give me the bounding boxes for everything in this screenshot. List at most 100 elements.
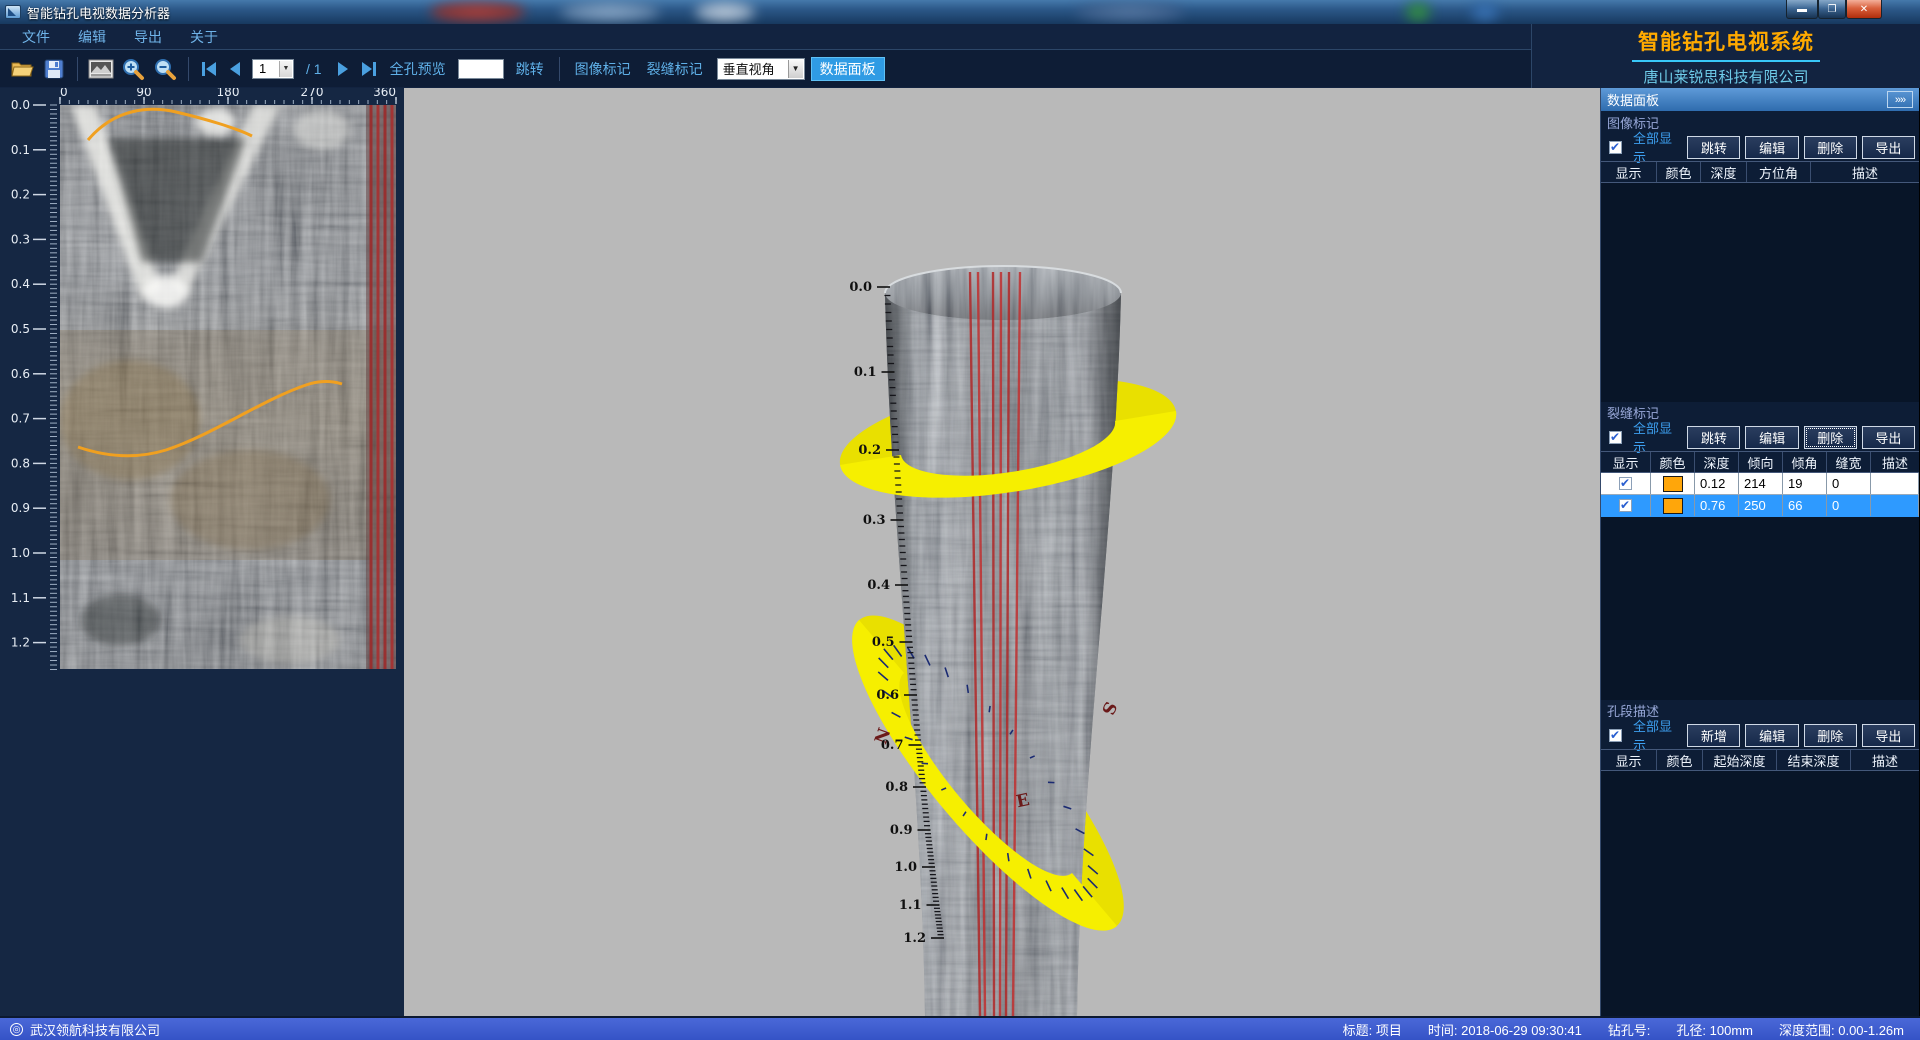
row-color-swatch[interactable] — [1663, 498, 1683, 514]
image-marks-jump-button[interactable]: 跳转 — [1687, 136, 1740, 159]
row-cell: 0 — [1827, 473, 1871, 494]
zoom-out-icon[interactable] — [152, 57, 178, 81]
page-dropdown-arrow[interactable]: ▼ — [279, 61, 292, 77]
svg-text:0.1: 0.1 — [11, 143, 30, 157]
svg-text:0.8: 0.8 — [885, 780, 908, 795]
hole-sections-add-button[interactable]: 新增 — [1687, 724, 1740, 747]
column-header[interactable]: 颜色 — [1651, 452, 1695, 472]
column-header[interactable]: 描述 — [1811, 162, 1919, 182]
svg-text:0.2: 0.2 — [11, 188, 30, 202]
column-header[interactable]: 显示 — [1601, 162, 1657, 182]
svg-text:0.4: 0.4 — [867, 578, 890, 593]
hole-sections-edit-button[interactable]: 编辑 — [1745, 724, 1798, 747]
last-page-button[interactable] — [358, 58, 380, 80]
image-preview-icon[interactable] — [88, 57, 114, 81]
data-panel-title: 数据面板 — [1607, 90, 1659, 109]
column-header[interactable]: 显示 — [1601, 750, 1657, 770]
view-mode-select[interactable]: 垂直视角 ▼ — [717, 58, 805, 80]
minimize-button[interactable]: ▬ — [1786, 0, 1818, 19]
statusbar-company: 武汉领航科技有限公司 — [30, 1020, 160, 1039]
copyright-icon: ◎ — [10, 1023, 23, 1036]
image-marks-show-all-checkbox[interactable] — [1609, 141, 1622, 154]
hole-sections-delete-button[interactable]: 删除 — [1804, 724, 1857, 747]
open-file-icon[interactable] — [9, 57, 35, 81]
decorative-blob — [695, 2, 755, 22]
jump-button[interactable]: 跳转 — [516, 59, 544, 79]
menu-item-1[interactable]: 编辑 — [66, 25, 118, 49]
first-page-button[interactable] — [198, 58, 220, 80]
page-number-input[interactable]: 1 ▼ — [252, 59, 294, 79]
column-header[interactable]: 倾角 — [1783, 452, 1827, 472]
svg-text:1.0: 1.0 — [894, 860, 917, 875]
column-header[interactable]: 起始深度 — [1703, 750, 1777, 770]
data-panel-toggle-button[interactable]: 数据面板 — [811, 57, 885, 81]
row-cell — [1871, 473, 1919, 494]
image-marks-table-body — [1601, 183, 1919, 402]
row-color-swatch[interactable] — [1663, 476, 1683, 492]
svg-text:0.6: 0.6 — [11, 367, 30, 381]
decorative-blob — [1470, 2, 1500, 22]
statusbar-time: 时间: 2018-06-29 09:30:41 — [1428, 1020, 1582, 1039]
fracture-marks-jump-button[interactable]: 跳转 — [1687, 426, 1740, 449]
menu-item-2[interactable]: 导出 — [122, 25, 174, 49]
svg-text:0.3: 0.3 — [11, 232, 30, 246]
image-marks-delete-button[interactable]: 删除 — [1804, 136, 1857, 159]
image-marks-export-button[interactable]: 导出 — [1862, 136, 1915, 159]
row-cell: 0.12 — [1695, 473, 1739, 494]
column-header[interactable]: 颜色 — [1657, 750, 1703, 770]
image-mark-button[interactable]: 图像标记 — [575, 59, 631, 79]
viewer-3d[interactable]: NES 0.00.10.20.30.40.50.60.70.80.91.01.1… — [404, 88, 1600, 1016]
svg-text:1.1: 1.1 — [899, 898, 922, 913]
column-header[interactable]: 颜色 — [1657, 162, 1701, 182]
column-header[interactable]: 描述 — [1871, 452, 1919, 472]
menu-item-3[interactable]: 关于 — [178, 25, 230, 49]
svg-text:0.3: 0.3 — [863, 513, 886, 528]
fracture-marks-export-button[interactable]: 导出 — [1862, 426, 1915, 449]
collapse-panel-button[interactable]: »» — [1887, 91, 1913, 108]
next-page-button[interactable] — [332, 58, 354, 80]
svg-text:360: 360 — [373, 88, 396, 99]
view-mode-dropdown-arrow[interactable]: ▼ — [788, 60, 803, 78]
svg-text:0.2: 0.2 — [858, 443, 881, 458]
fracture-mark-button[interactable]: 裂缝标记 — [647, 59, 703, 79]
hole-sections-export-button[interactable]: 导出 — [1862, 724, 1915, 747]
fracture-marks-show-all-checkbox[interactable] — [1609, 431, 1622, 444]
column-header[interactable]: 深度 — [1701, 162, 1747, 182]
column-header[interactable]: 缝宽 — [1827, 452, 1871, 472]
svg-text:0.0: 0.0 — [11, 98, 30, 112]
column-header[interactable]: 结束深度 — [1777, 750, 1851, 770]
vendor-company: 唐山莱锐思科技有限公司 — [1643, 66, 1808, 87]
borehole-image-viewer[interactable]: 0901802703600.00.10.20.30.40.50.60.70.80… — [0, 88, 404, 1016]
row-cell: 66 — [1783, 495, 1827, 516]
full-hole-preview-button[interactable]: 全孔预览 — [390, 59, 446, 79]
zoom-in-icon[interactable] — [120, 57, 146, 81]
column-header[interactable]: 方位角 — [1747, 162, 1811, 182]
fracture-marks-section: 裂缝标记 全部显示 跳转 编辑 删除 导出 显示颜色深度倾向倾角缝宽描述 0.1… — [1601, 402, 1919, 700]
jump-depth-input[interactable] — [458, 59, 504, 79]
row-visible-checkbox[interactable] — [1619, 499, 1632, 512]
statusbar-diameter: 孔径: 100mm — [1676, 1020, 1753, 1039]
menubar: 文件编辑导出关于 — [0, 24, 1531, 50]
window-title: 智能钻孔电视数据分析器 — [27, 3, 170, 22]
row-visible-checkbox[interactable] — [1619, 477, 1632, 490]
fracture-mark-row[interactable]: 0.76250660 — [1601, 495, 1919, 517]
hole-sections-show-all-checkbox[interactable] — [1609, 729, 1622, 742]
prev-page-button[interactable] — [224, 58, 246, 80]
decorative-blob — [1075, 2, 1185, 22]
toolbar: 1 ▼ / 1 全孔预览 跳转 图像标记 裂缝标记 垂直视角 ▼ — [0, 50, 1531, 87]
fracture-mark-row[interactable]: 0.12214190 — [1601, 473, 1919, 495]
column-header[interactable]: 描述 — [1851, 750, 1919, 770]
menu-item-0[interactable]: 文件 — [10, 25, 62, 49]
column-header[interactable]: 倾向 — [1739, 452, 1783, 472]
application-window: 智能钻孔电视数据分析器 ▬ ❐ ✕ 文件编辑导出关于 — [0, 0, 1920, 1040]
fracture-marks-edit-button[interactable]: 编辑 — [1745, 426, 1798, 449]
row-cell: 250 — [1739, 495, 1783, 516]
fracture-marks-delete-button[interactable]: 删除 — [1804, 426, 1857, 449]
image-marks-edit-button[interactable]: 编辑 — [1745, 136, 1798, 159]
column-header[interactable]: 深度 — [1695, 452, 1739, 472]
column-header[interactable]: 显示 — [1601, 452, 1651, 472]
statusbar-hole-number: 钻孔号: — [1608, 1020, 1651, 1039]
close-button[interactable]: ✕ — [1846, 0, 1882, 19]
maximize-button[interactable]: ❐ — [1818, 0, 1846, 19]
save-icon[interactable] — [41, 57, 67, 81]
